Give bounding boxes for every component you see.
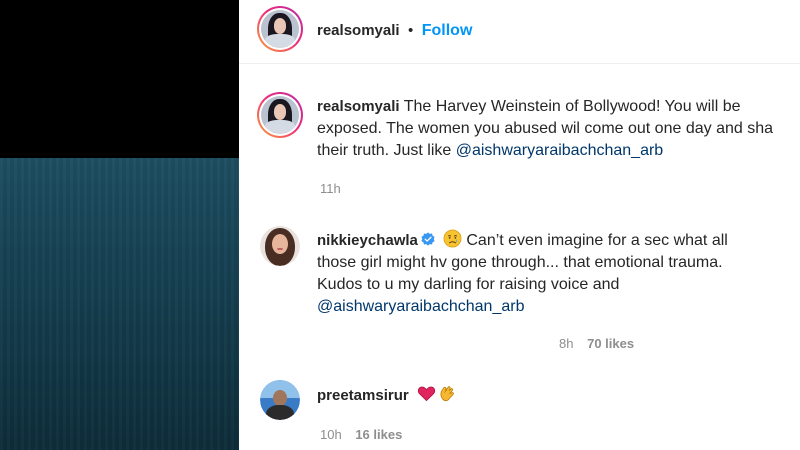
caption-username[interactable]: realsomyali [317, 98, 400, 115]
caption-text: realsomyali The Harvey Weinstein of Boll… [317, 96, 773, 162]
comment-username-preetamsirur[interactable]: preetamsirur [317, 387, 409, 404]
comment-meta-preetamsirur: 10h 16 likes [320, 427, 402, 442]
comment-mention-link[interactable]: @aishwaryaraibachchan_arb [317, 296, 728, 318]
comment-line-1: Can’t even imagine for a sec what all [466, 232, 728, 249]
header-divider [239, 63, 800, 64]
comment-timestamp[interactable]: 10h [320, 427, 342, 442]
comment-text-preetamsirur: preetamsirur [317, 384, 457, 407]
caption-line-2: exposed. The women you abused wil come o… [317, 120, 773, 137]
follow-button[interactable]: Follow [422, 22, 473, 39]
post-media[interactable] [0, 0, 239, 450]
comment-meta-nikkieychawla: 8h 70 likes [559, 336, 634, 351]
comment-likes-count[interactable]: 70 likes [587, 336, 634, 351]
comment-likes-count[interactable]: 16 likes [355, 427, 402, 442]
comment-line-2: those girl might hv gone through... that… [317, 254, 723, 271]
caption-line-1: The Harvey Weinstein of Bollywood! You w… [403, 98, 741, 115]
clapping-hands-icon [440, 386, 455, 402]
comment-line-3: Kudos to u my darling for raising voice … [317, 276, 620, 293]
comment-text-nikkieychawla: nikkieychawla Can’t even imagine for a s… [317, 229, 728, 318]
caption-line-3: their truth. Just like [317, 142, 456, 159]
comments-panel: realsomyali • Follow realsomyali The Har… [239, 0, 800, 450]
post-header: realsomyali • Follow [317, 22, 472, 40]
author-avatar[interactable] [257, 6, 303, 52]
caption-mention-link[interactable]: @aishwaryaraibachchan_arb [456, 142, 663, 159]
media-teal-region [0, 158, 239, 450]
caption-avatar[interactable] [257, 92, 303, 138]
comment-username-nikkieychawla[interactable]: nikkieychawla [317, 232, 418, 249]
commenter-avatar-preetamsirur[interactable] [260, 380, 300, 420]
red-heart-icon [418, 386, 436, 402]
commenter-avatar-nikkieychawla[interactable] [260, 226, 300, 266]
media-black-region [0, 0, 239, 158]
caption-timestamp[interactable]: 11h [320, 181, 341, 196]
comment-timestamp[interactable]: 8h [559, 336, 573, 351]
verified-badge-icon [421, 232, 435, 246]
author-username[interactable]: realsomyali [317, 22, 400, 39]
crying-face-icon [443, 229, 462, 248]
header-separator: • [408, 22, 414, 39]
